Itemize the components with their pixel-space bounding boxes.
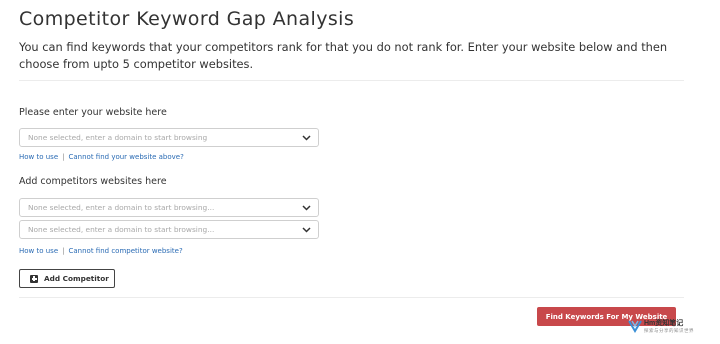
plus-square-icon: [30, 274, 38, 283]
website-select[interactable]: None selected, enter a domain to start b…: [19, 128, 319, 147]
website-select-placeholder: None selected, enter a domain to start b…: [28, 133, 208, 142]
add-competitor-button[interactable]: Add Competitor: [19, 269, 115, 288]
cannot-find-competitor-link[interactable]: Cannot find competitor website?: [69, 247, 183, 255]
page-description: You can find keywords that your competit…: [19, 40, 668, 71]
page-title: Competitor Keyword Gap Analysis: [19, 8, 355, 30]
link-separator: |: [62, 247, 65, 255]
chevron-down-icon: [302, 135, 311, 141]
competitor-select-1[interactable]: None selected, enter a domain to start b…: [19, 198, 319, 217]
competitors-label: Add competitors websites here: [19, 176, 167, 187]
competitor-select-placeholder: None selected, enter a domain to start b…: [28, 225, 215, 234]
how-to-use-link[interactable]: How to use: [19, 247, 58, 255]
competitor-select-2[interactable]: None selected, enter a domain to start b…: [19, 220, 319, 239]
how-to-use-link[interactable]: How to use: [19, 153, 58, 161]
watermark-subtext: 探索与分享的知识世界: [644, 328, 694, 333]
watermark: Hm资知笔记 探索与分享的知识世界: [628, 318, 708, 338]
watermark-text: Hm资知笔记: [644, 320, 684, 327]
website-help-links: How to use | Cannot find your website abov…: [19, 153, 184, 161]
website-label: Please enter your website here: [19, 107, 167, 118]
cannot-find-website-link[interactable]: Cannot find your website above?: [69, 153, 184, 161]
add-competitor-label: Add Competitor: [44, 274, 109, 283]
chevron-down-icon: [302, 205, 311, 211]
chevron-down-icon: [302, 227, 311, 233]
competitor-select-placeholder: None selected, enter a domain to start b…: [28, 203, 215, 212]
divider-bottom: [19, 297, 684, 298]
link-separator: |: [62, 153, 65, 161]
competitor-help-links: How to use | Cannot find competitor websit…: [19, 247, 183, 255]
divider-top: [19, 80, 684, 81]
watermark-logo-icon: [628, 320, 642, 333]
